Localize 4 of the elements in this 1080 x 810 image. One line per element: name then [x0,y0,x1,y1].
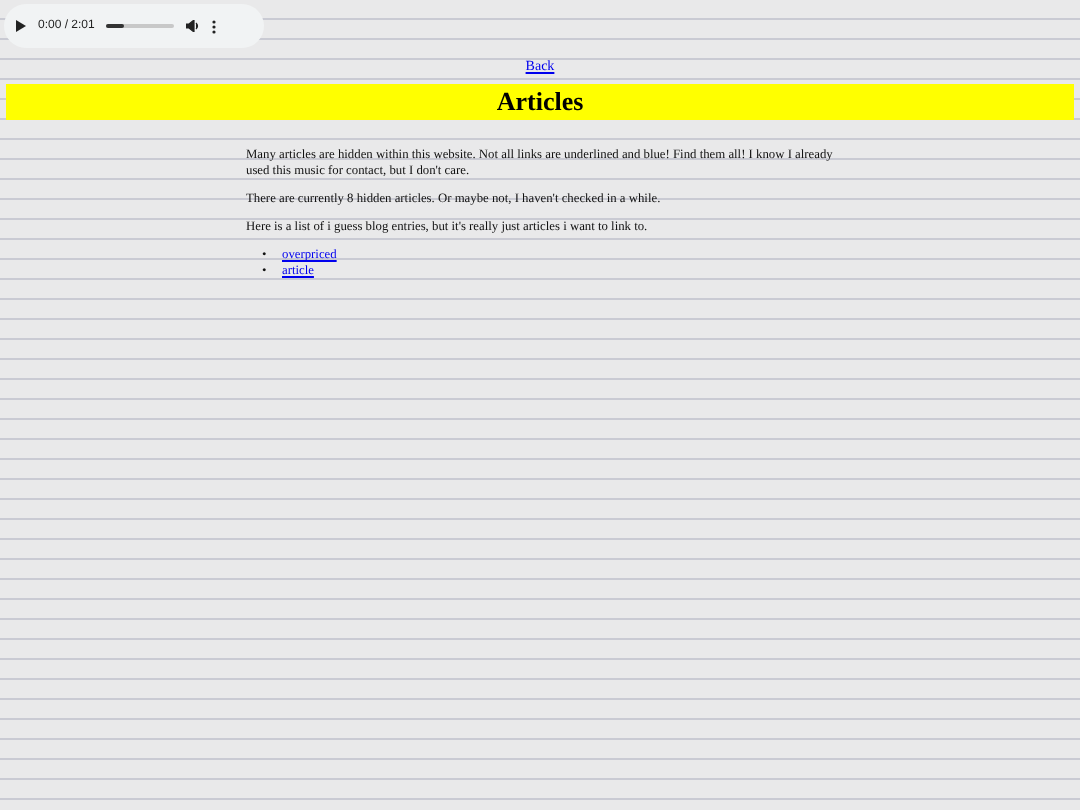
more-options-icon[interactable] [212,19,217,33]
page-title: Articles [6,84,1074,120]
play-icon[interactable] [16,20,26,32]
volume-icon[interactable] [186,20,201,32]
